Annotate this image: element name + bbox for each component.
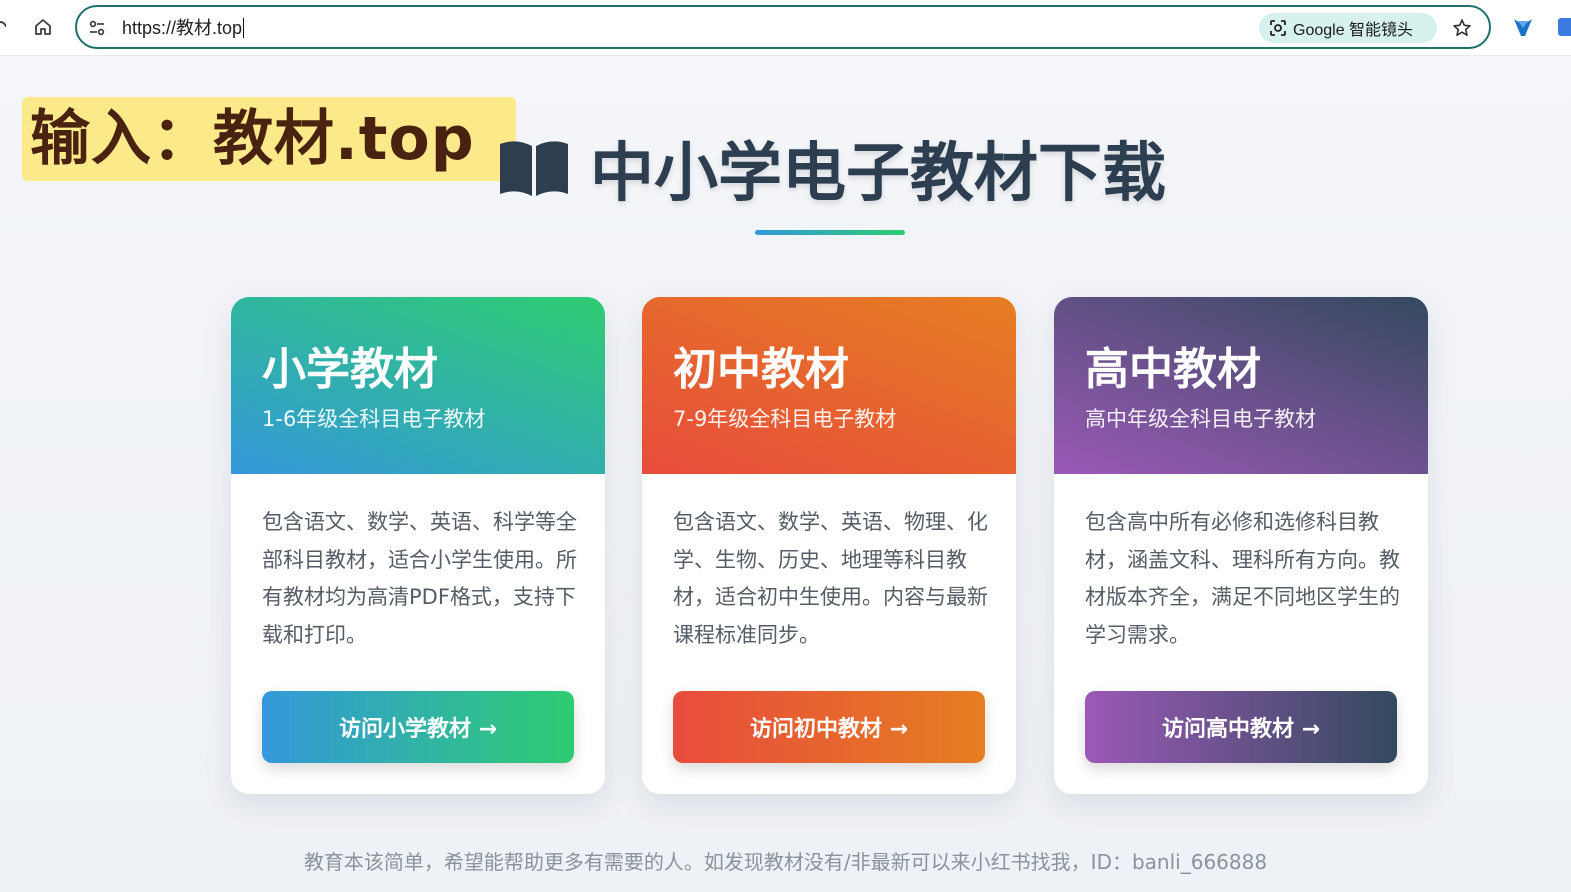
visit-middle-school-button[interactable]: 访问初中教材 → (673, 691, 985, 763)
home-button[interactable] (30, 14, 56, 40)
instruction-overlay: 输入：教材.top (22, 97, 516, 181)
card-title: 初中教材 (673, 344, 849, 395)
address-bar[interactable]: https://教材.top Google 智能镜头 (75, 5, 1491, 49)
google-lens-label: Google 智能镜头 (1293, 22, 1414, 39)
footer-text: 教育本该简单，希望能帮助更多有需要的人。如发现教材没有/非最新可以来小红书找我，… (303, 850, 1268, 874)
visit-high-school-button[interactable]: 访问高中教材 → (1085, 691, 1397, 763)
card-elementary: 小学教材 1-6年级全科目电子教材 包含语文、数学、英语、科学等全部科目教材，适… (231, 297, 605, 794)
google-lens-icon (1270, 20, 1286, 36)
card-header: 小学教材 1-6年级全科目电子教材 (231, 297, 605, 474)
google-lens-button[interactable]: Google 智能镜头 (1259, 13, 1437, 43)
tune-icon[interactable] (87, 18, 107, 38)
page-header: 中小学电子教材下载 (496, 128, 1166, 211)
card-subtitle: 高中年级全科目电子教材 (1085, 407, 1316, 431)
card-header: 高中教材 高中年级全科目电子教材 (1054, 297, 1428, 474)
card-description: 包含高中所有必修和选修科目教材，涵盖文科、理科所有方向。教材版本齐全，满足不同地… (1085, 510, 1400, 647)
browser-toolbar: https://教材.top Google 智能镜头 (0, 0, 1571, 56)
card-subtitle: 7-9年级全科目电子教材 (673, 407, 897, 431)
extension-2-icon[interactable] (1558, 18, 1571, 36)
title-underline (755, 230, 905, 235)
card-title: 高中教材 (1085, 344, 1261, 395)
home-icon (35, 19, 51, 35)
card-title: 小学教材 (262, 344, 438, 395)
url-input[interactable]: https://教材.top (122, 17, 244, 39)
page-title: 中小学电子教材下载 (590, 137, 1166, 211)
book-icon (500, 141, 568, 196)
card-description: 包含语文、数学、英语、物理、化学、生物、历史、地理等科目教材，适合初中生使用。内… (673, 510, 988, 647)
card-description: 包含语文、数学、英语、科学等全部科目教材，适合小学生使用。所有教材均为高清PDF… (262, 510, 577, 647)
reload-icon[interactable] (0, 18, 7, 36)
star-icon (1453, 19, 1471, 36)
extension-button[interactable] (1510, 14, 1536, 40)
visit-elementary-button[interactable]: 访问小学教材 → (262, 691, 574, 763)
card-high-school: 高中教材 高中年级全科目电子教材 包含高中所有必修和选修科目教材，涵盖文科、理科… (1054, 297, 1428, 794)
bookmark-button[interactable] (1449, 15, 1475, 41)
card-header: 初中教材 7-9年级全科目电子教材 (642, 297, 1016, 474)
extension-icon (1514, 19, 1532, 36)
card-middle-school: 初中教材 7-9年级全科目电子教材 包含语文、数学、英语、物理、化学、生物、历史… (642, 297, 1016, 794)
card-subtitle: 1-6年级全科目电子教材 (262, 407, 486, 431)
